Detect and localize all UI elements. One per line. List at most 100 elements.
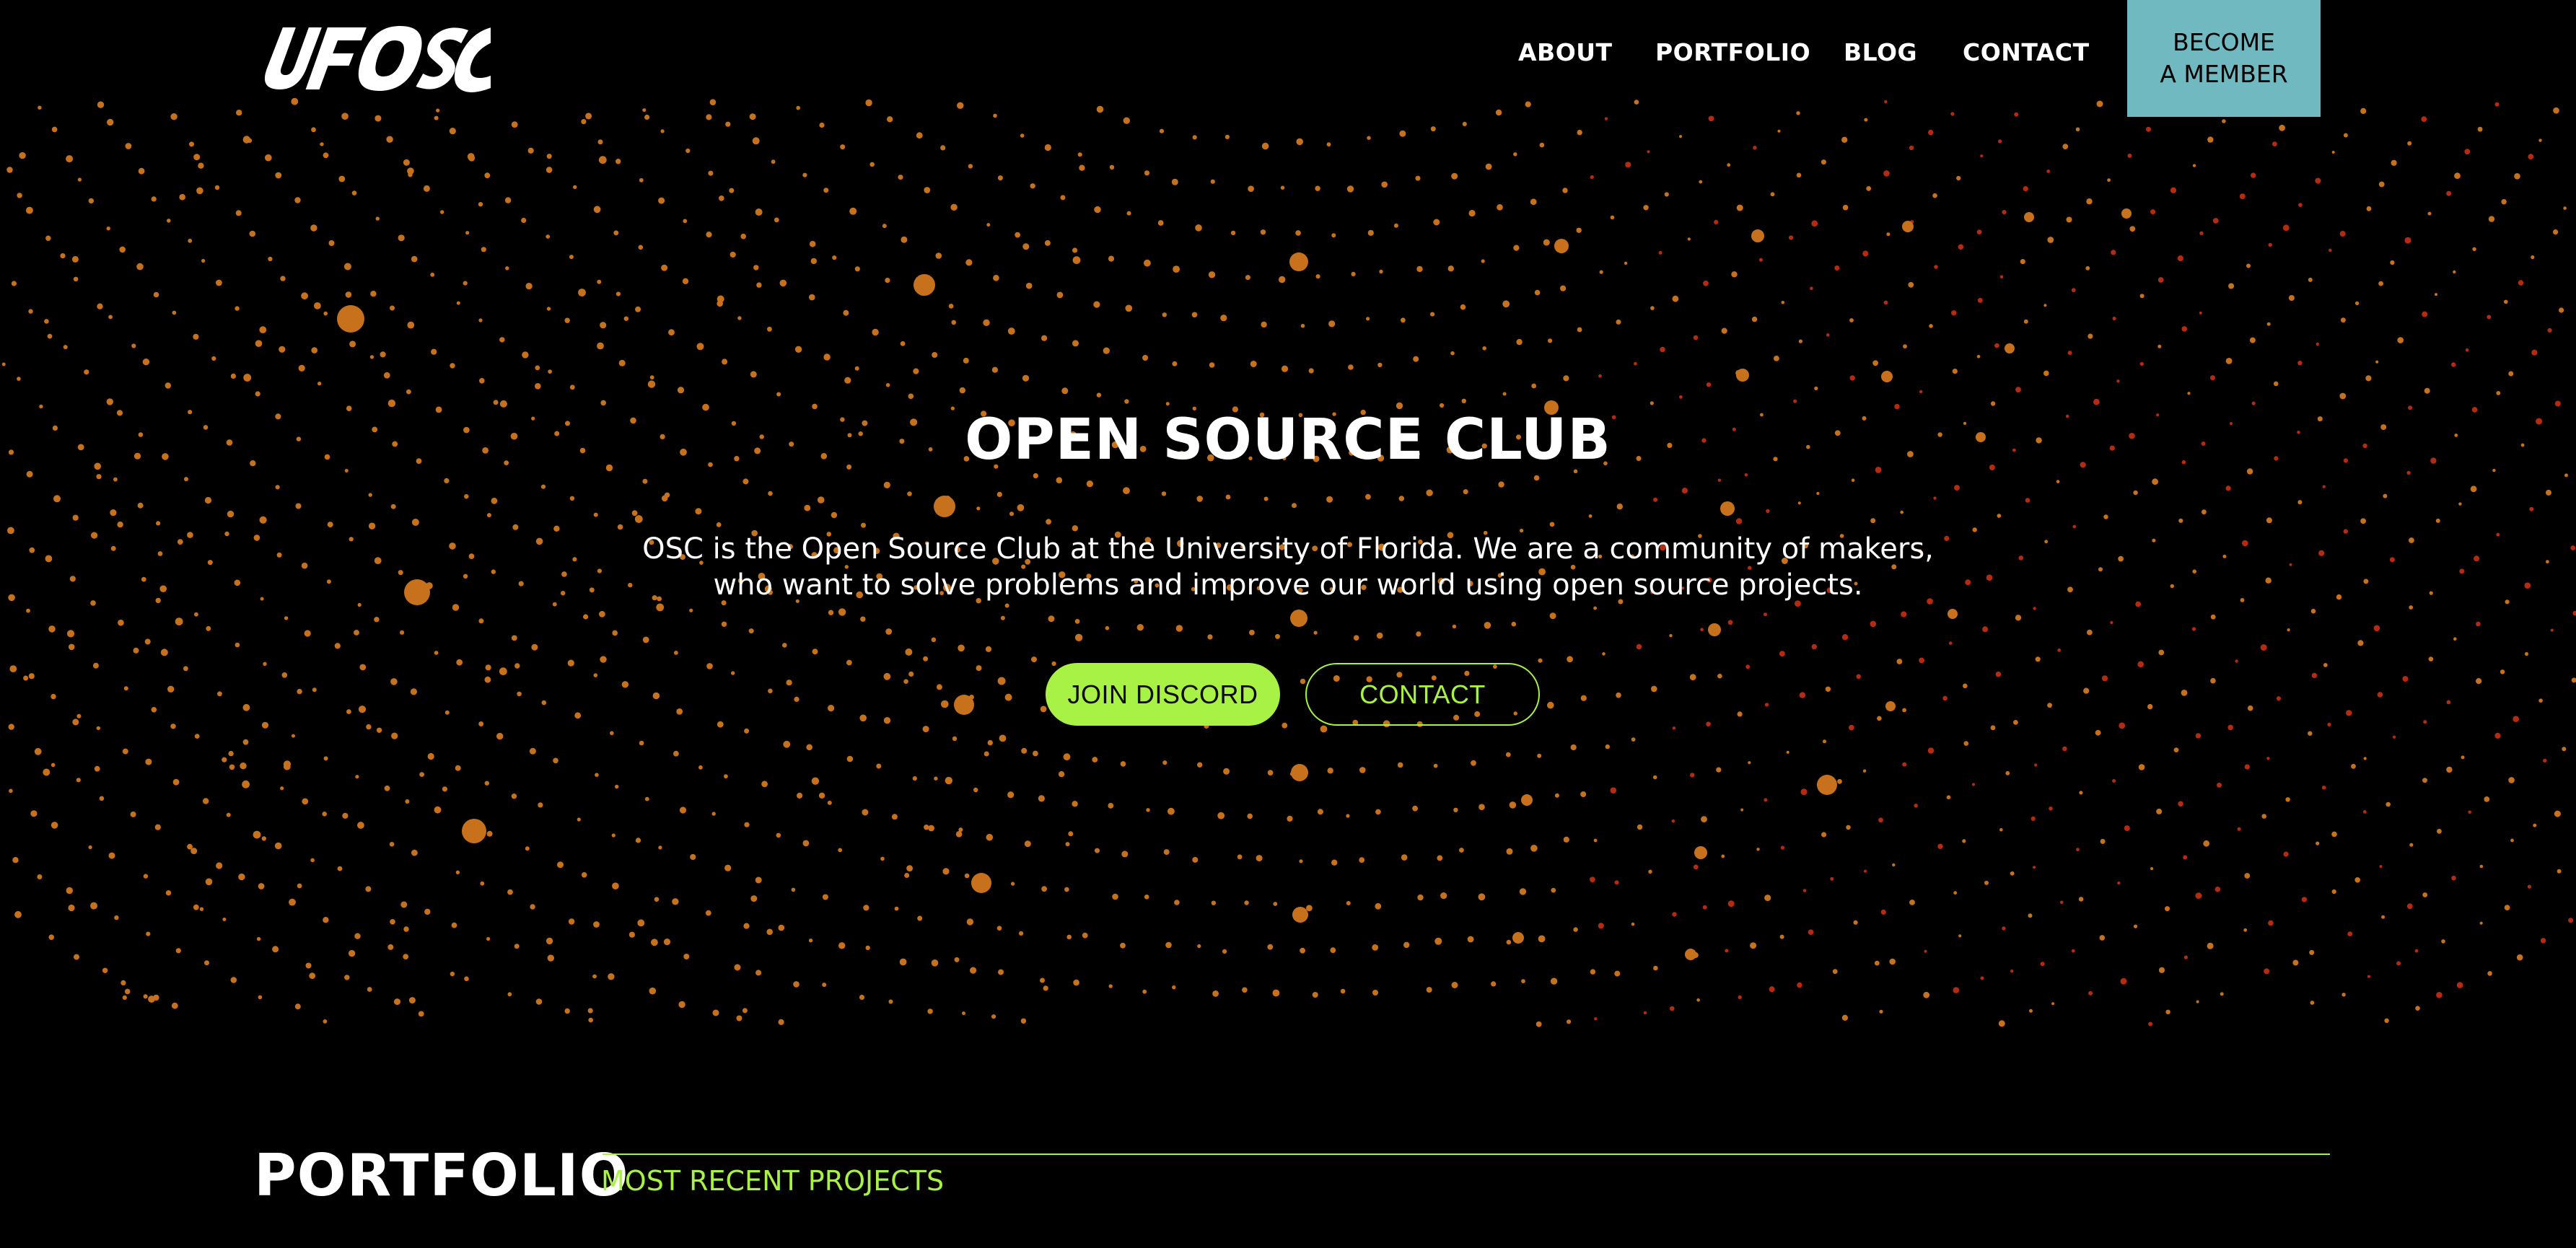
particle-dot <box>1326 496 1333 503</box>
particle-dot <box>327 522 333 528</box>
particle-dot <box>2553 229 2559 235</box>
particle-dot <box>1727 163 1731 167</box>
particle-dot <box>818 792 825 799</box>
particle-dot <box>302 798 309 805</box>
particle-dot <box>2056 480 2060 483</box>
particle-dot <box>1651 685 1657 693</box>
particle-dot <box>256 936 261 941</box>
particle-dot <box>865 945 870 951</box>
particle-dot <box>2264 968 2270 975</box>
particle-dot <box>552 602 557 607</box>
particle-dot <box>531 643 538 651</box>
particle-dot <box>928 825 934 832</box>
particle-dot <box>1327 768 1333 774</box>
particle-dot <box>1594 1017 1598 1021</box>
portfolio-subtitle: MOST RECENT PROJECTS <box>601 1165 945 1197</box>
particle-dot <box>1780 845 1785 850</box>
particle-dot <box>1009 511 1014 517</box>
particle-dot <box>647 380 656 388</box>
particle-dot <box>860 616 866 622</box>
particle-dot <box>1636 643 1642 650</box>
particle-dot <box>1021 747 1028 754</box>
particle-dot <box>66 155 74 163</box>
particle-dot <box>724 774 728 779</box>
particle-dot <box>1797 501 1801 505</box>
particle-dot <box>1142 355 1149 361</box>
particle-dot <box>2373 625 2380 632</box>
particle-dot <box>398 234 405 242</box>
particle-dot <box>806 744 812 751</box>
particle-dot <box>2557 869 2562 874</box>
particle-dot <box>275 485 280 490</box>
particle-dot <box>917 915 923 921</box>
particle-dot <box>716 522 722 527</box>
particle-dot <box>204 960 209 966</box>
particle-dot <box>463 281 468 286</box>
nav-about[interactable]: ABOUT <box>1518 35 1613 71</box>
join-discord-button[interactable]: JOIN DISCORD <box>1046 663 1280 726</box>
particle-dot <box>394 998 400 1006</box>
particle-dot <box>480 881 485 886</box>
particle-dot <box>2178 518 2183 523</box>
particle-dot <box>512 524 519 530</box>
particle-dot <box>639 177 644 183</box>
particle-dot <box>2165 906 2170 912</box>
particle-dot <box>2339 392 2347 400</box>
particle-dot <box>2242 540 2248 547</box>
particle-dot <box>283 763 291 770</box>
particle-dot <box>553 525 560 532</box>
particle-dot <box>1096 392 1102 397</box>
particle-dot <box>2067 586 2073 593</box>
particle-dot <box>2415 1006 2420 1011</box>
particle-dot <box>1862 769 1867 773</box>
particle-dot <box>2528 154 2534 160</box>
particle-dot <box>406 389 411 395</box>
particle-dot <box>2421 116 2427 123</box>
particle-dot <box>1928 129 1934 136</box>
particle-dot <box>553 757 558 764</box>
particle-dot <box>1816 491 1820 496</box>
particle-dot <box>676 708 683 715</box>
particle-dot <box>6 167 13 173</box>
particle-dot <box>2083 687 2090 694</box>
particle-dot <box>2476 678 2482 685</box>
particle-dot <box>440 210 444 214</box>
particle-dot <box>2441 939 2445 944</box>
particle-dot <box>184 477 188 482</box>
nav-blog[interactable]: BLOG <box>1844 35 1917 71</box>
particle-dot <box>1602 652 1605 656</box>
particle-dot <box>434 806 442 814</box>
particle-dot <box>235 642 240 648</box>
particle-dot <box>2177 255 2183 262</box>
particle-dot <box>766 928 773 936</box>
particle-dot <box>153 994 159 1001</box>
particle-dot <box>2336 594 2342 600</box>
particle-dot <box>511 635 517 641</box>
particle-dot <box>434 651 439 655</box>
contact-button[interactable]: CONTACT <box>1305 663 1540 726</box>
particle-dot <box>730 251 736 258</box>
particle-dot <box>1372 990 1378 996</box>
particle-dot <box>729 188 735 193</box>
particle-dot <box>963 357 969 364</box>
particle-dot <box>14 910 22 918</box>
particle-dot <box>2220 992 2224 996</box>
particle-dot <box>51 693 56 700</box>
particle-dot <box>1056 477 1063 483</box>
become-member-button[interactable]: BECOME A MEMBER <box>2127 0 2321 117</box>
particle-dot <box>51 822 58 829</box>
particle-dot <box>405 799 410 804</box>
particle-dot <box>411 519 419 526</box>
particle-dot <box>997 175 1003 181</box>
particle-dot <box>1834 265 1840 271</box>
particle-dot <box>1998 1020 2005 1027</box>
particle-dot <box>1433 763 1438 768</box>
particle-dot <box>1643 1011 1647 1015</box>
particle-dot <box>198 162 204 169</box>
particle-dot <box>310 858 315 863</box>
particle-dot <box>631 510 638 517</box>
nav-contact[interactable]: CONTACT <box>1963 35 2090 71</box>
particle-dot <box>546 937 553 945</box>
particle-dot <box>672 898 679 905</box>
nav-portfolio[interactable]: PORTFOLIO <box>1655 35 1810 71</box>
